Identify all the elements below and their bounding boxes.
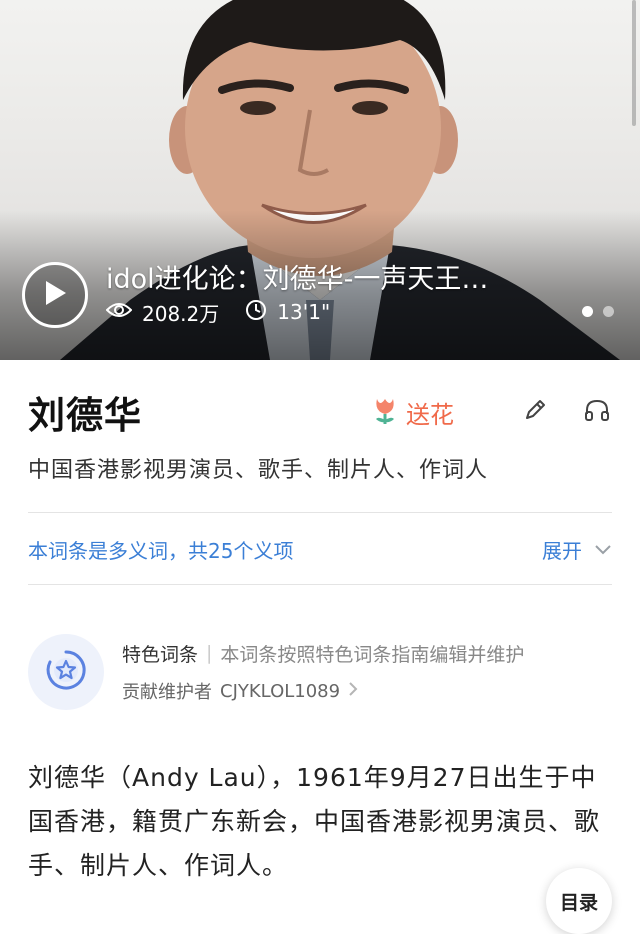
carousel-dot-1[interactable] bbox=[582, 306, 593, 317]
featured-badge bbox=[28, 634, 104, 710]
send-flower-button[interactable]: 送花 bbox=[372, 395, 454, 430]
chevron-down-icon bbox=[582, 537, 612, 561]
divider bbox=[28, 512, 612, 513]
featured-description: 本词条按照特色词条指南编辑并维护 bbox=[220, 643, 525, 666]
featured-tag: 特色词条 bbox=[122, 643, 199, 666]
toc-label: 目录 bbox=[559, 892, 598, 914]
contributor-name: CJYKLOL1089 bbox=[220, 680, 341, 702]
chevron-right-icon bbox=[340, 681, 358, 702]
video-title[interactable]: idol进化论：刘德华-一声天王… bbox=[106, 262, 526, 298]
view-count: 208.2万 bbox=[105, 298, 220, 327]
video-meta: 208.2万 13'1" bbox=[105, 298, 356, 327]
carousel-dot-2[interactable] bbox=[603, 306, 614, 317]
flower-icon bbox=[372, 395, 398, 429]
carousel-dots[interactable] bbox=[582, 306, 614, 317]
edit-icon bbox=[523, 398, 547, 426]
entry-subtitle: 中国香港影视男演员、歌手、制片人、作词人 bbox=[28, 458, 489, 483]
polysemy-row[interactable]: 本词条是多义词，共25个义项 展开 bbox=[28, 528, 612, 570]
intro-paragraph: 刘德华（Andy Lau），1961年9月27日出生于中国香港，籍贯广东新会，中… bbox=[28, 763, 601, 880]
divider bbox=[28, 584, 612, 585]
play-icon bbox=[42, 279, 68, 311]
featured-star-icon bbox=[44, 648, 88, 696]
featured-entry-card[interactable]: 特色词条 | 本词条按照特色词条指南编辑并维护 贡献维护者 CJYKLOL108… bbox=[28, 632, 612, 712]
listen-button[interactable] bbox=[582, 397, 612, 427]
contributor-label: 贡献维护者 bbox=[122, 682, 212, 703]
separator: | bbox=[206, 642, 213, 664]
expand-button[interactable]: 展开 bbox=[542, 535, 612, 564]
send-flower-label: 送花 bbox=[406, 400, 454, 429]
headphones-icon bbox=[584, 398, 610, 426]
view-count-value: 208.2万 bbox=[142, 301, 220, 326]
contributor-link[interactable]: 贡献维护者 CJYKLOL1089 bbox=[122, 675, 524, 707]
entry-title: 刘德华 bbox=[28, 394, 142, 437]
entry-header: 刘德华 送花 bbox=[28, 384, 612, 440]
expand-label: 展开 bbox=[542, 538, 582, 563]
duration: 13'1" bbox=[245, 299, 330, 326]
polysemy-text[interactable]: 本词条是多义词，共25个义项 bbox=[28, 535, 542, 564]
hero-video-banner[interactable]: idol进化论：刘德华-一声天王… 208.2万 13'1" bbox=[0, 0, 640, 360]
toc-button[interactable]: 目录 bbox=[546, 868, 612, 934]
edit-button[interactable] bbox=[520, 397, 550, 427]
clock-icon bbox=[245, 299, 277, 326]
duration-value: 13'1" bbox=[277, 300, 331, 324]
scrollbar-thumb[interactable] bbox=[632, 0, 636, 126]
eye-icon bbox=[105, 300, 142, 324]
play-button[interactable] bbox=[22, 262, 88, 328]
